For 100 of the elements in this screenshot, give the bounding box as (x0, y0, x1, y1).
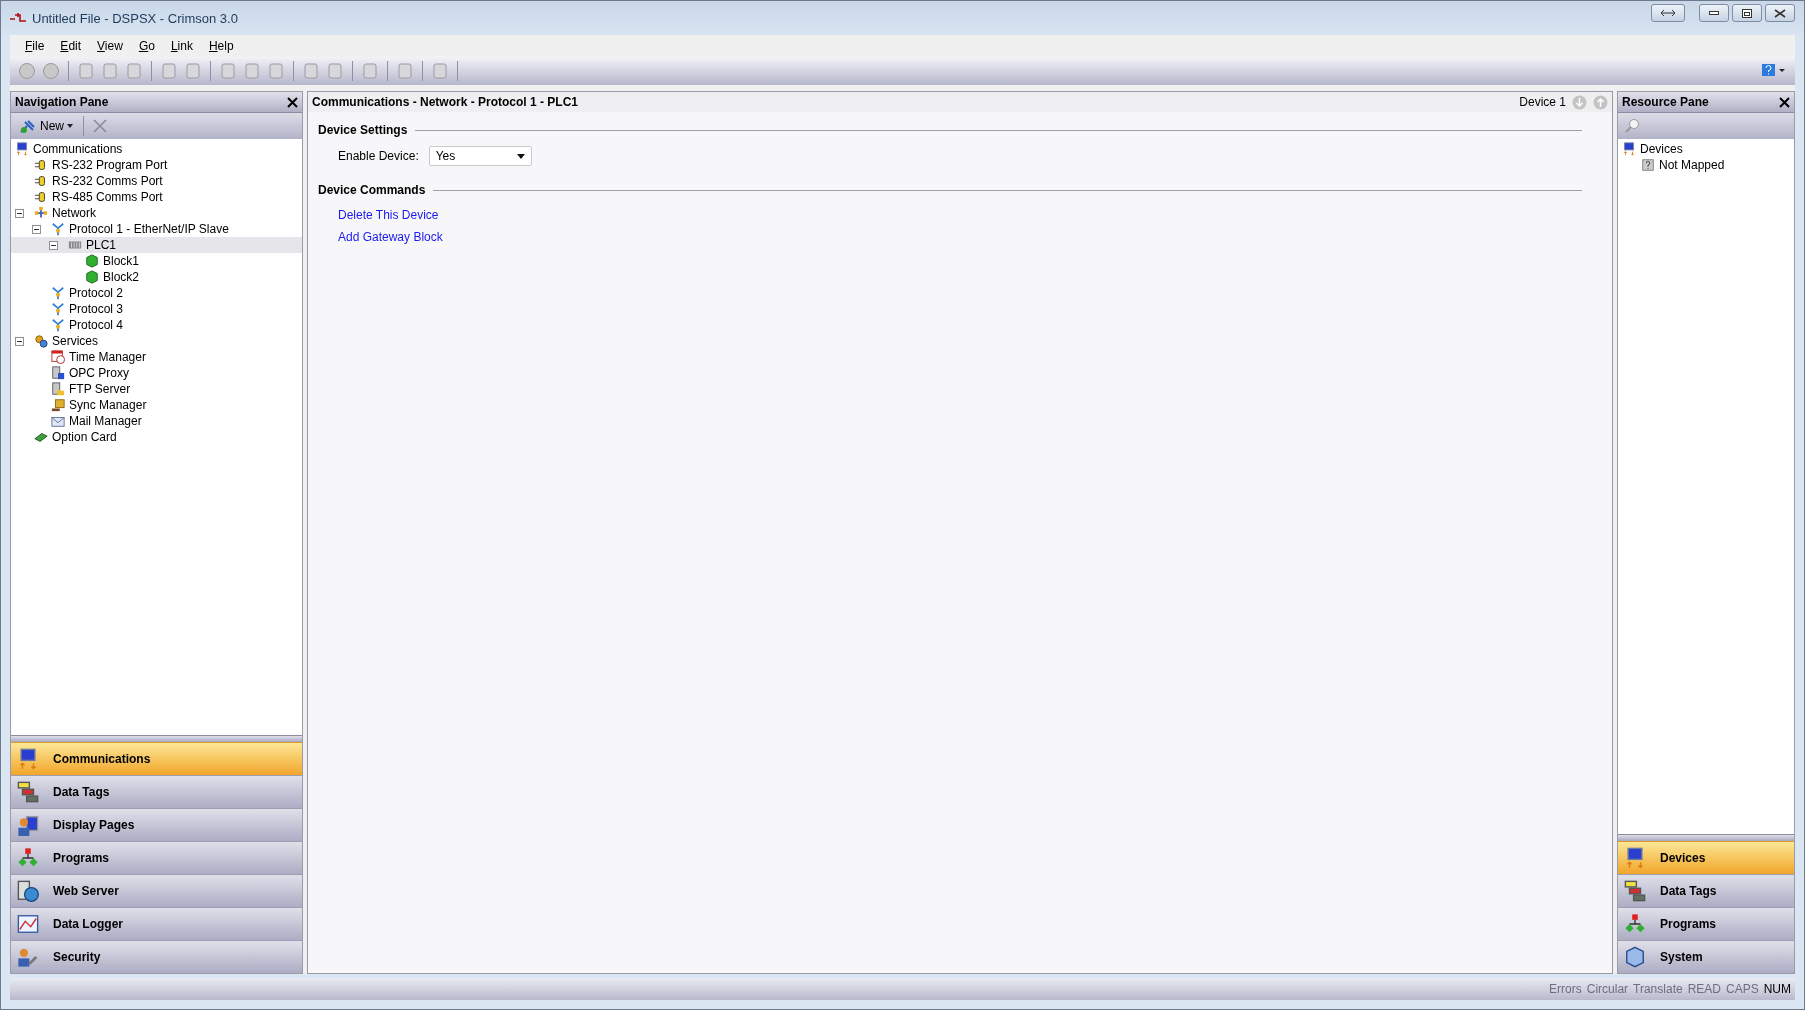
pane-section-button[interactable]: Data Tags (11, 775, 302, 808)
flowchart-icon (17, 847, 39, 869)
delete-icon[interactable] (92, 118, 108, 134)
double-arrow-icon (1660, 9, 1676, 17)
tags-icon (1624, 880, 1646, 902)
tags-icon (17, 781, 39, 803)
gears-icon (34, 334, 48, 348)
device-label: Device 1 (1519, 95, 1566, 109)
menu-item[interactable]: View (90, 37, 130, 55)
command-link[interactable]: Add Gateway Block (338, 230, 443, 244)
splitter-handle[interactable] (1618, 834, 1794, 841)
flowchart-icon (1624, 913, 1646, 935)
new-button[interactable]: New (17, 116, 75, 136)
server-icon (51, 366, 65, 380)
resize-button[interactable] (1651, 4, 1685, 22)
command-link[interactable]: Delete This Device (338, 208, 439, 222)
question-icon (1641, 158, 1655, 172)
pane-section-button[interactable]: System (1618, 940, 1794, 973)
status-indicator: CAPS (1726, 982, 1759, 996)
network-icon (34, 206, 48, 220)
pane-section-button[interactable]: Data Logger (11, 907, 302, 940)
tree-item[interactable]: RS-485 Comms Port (11, 189, 302, 205)
tree-item[interactable]: Communications (11, 141, 302, 157)
dropdown-field[interactable]: Yes (428, 146, 532, 166)
tree-item[interactable]: Services (11, 333, 302, 349)
up-arrow-icon[interactable] (1593, 94, 1608, 110)
tree-item[interactable]: Mail Manager (11, 413, 302, 429)
menu-item[interactable]: Link (163, 37, 200, 55)
group-title: Device Commands (318, 183, 426, 197)
menu-item[interactable]: File (18, 37, 52, 55)
pane-section-button[interactable]: Security (11, 940, 302, 973)
circuit-card-icon (34, 430, 48, 444)
caret-icon (67, 124, 73, 128)
pane-section-button[interactable]: Communications (11, 742, 302, 775)
tree-item[interactable]: Not Mapped (1618, 157, 1794, 173)
collapse-icon[interactable] (15, 336, 24, 346)
field-label: Enable Device: (338, 149, 419, 163)
tree-item[interactable]: Block1 (11, 253, 302, 269)
tree-item[interactable]: Block2 (11, 269, 302, 285)
down-arrow-icon[interactable] (1572, 94, 1587, 110)
status-indicator: NUM (1763, 982, 1791, 996)
person-screen-icon (17, 814, 39, 836)
tree-item[interactable]: FTP Server (11, 381, 302, 397)
fork-icon (51, 302, 65, 316)
caret-icon (516, 153, 525, 159)
pane-section-button[interactable]: Display Pages (11, 808, 302, 841)
plug-icon (19, 118, 37, 134)
collapse-icon[interactable] (49, 240, 58, 250)
tree-item[interactable]: Protocol 1 - EtherNet/IP Slave (11, 221, 302, 237)
tree-item[interactable]: Option Card (11, 429, 302, 445)
help-icon[interactable] (1761, 63, 1787, 79)
globe-server-icon (17, 880, 39, 902)
close-icon (1774, 8, 1786, 18)
maximize-button[interactable] (1732, 4, 1762, 22)
computer-arrows-icon (1622, 142, 1636, 156)
close-button[interactable] (1765, 4, 1795, 22)
tree-item[interactable]: PLC1 (11, 237, 302, 253)
tree-item[interactable]: RS-232 Program Port (11, 157, 302, 173)
collapse-icon[interactable] (15, 208, 24, 218)
tree-item[interactable]: Protocol 4 (11, 317, 302, 333)
minimize-button[interactable] (1699, 4, 1729, 22)
fork-icon (51, 286, 65, 300)
collapse-icon[interactable] (32, 224, 41, 234)
pane-title: Navigation Pane (15, 95, 109, 109)
menu-item[interactable]: Help (201, 37, 241, 55)
tree-item[interactable]: Protocol 2 (11, 285, 302, 301)
status-indicator: Circular (1586, 982, 1629, 996)
menu-item[interactable]: Go (131, 37, 162, 55)
status-indicator: Errors (1549, 982, 1582, 996)
pane-section-button[interactable]: Programs (1618, 907, 1794, 940)
folder-server-icon (51, 382, 65, 396)
close-icon[interactable] (287, 96, 298, 108)
tree-item[interactable]: OPC Proxy (11, 365, 302, 381)
line-graph-icon (17, 913, 39, 935)
pane-section-button[interactable]: Data Tags (1618, 874, 1794, 907)
search-icon[interactable] (1624, 118, 1640, 134)
pane-section-button[interactable]: Web Server (11, 874, 302, 907)
close-icon[interactable] (1779, 96, 1790, 108)
envelope-icon (51, 414, 65, 428)
splitter-handle[interactable] (11, 735, 302, 742)
cube-icon (85, 270, 99, 284)
pane-section-button[interactable]: Devices (1618, 841, 1794, 874)
tree-item[interactable]: Protocol 3 (11, 301, 302, 317)
pane-section-button[interactable]: Programs (11, 841, 302, 874)
group-title: Device Settings (318, 123, 408, 137)
computer-arrows-icon (15, 142, 29, 156)
plug-icon (34, 174, 48, 188)
tree-item[interactable]: Devices (1618, 141, 1794, 157)
fork-icon (51, 222, 65, 236)
app-logo-icon (10, 12, 26, 24)
status-indicator: Translate (1633, 982, 1683, 996)
menu-item[interactable]: Edit (53, 37, 89, 55)
tree-item[interactable]: Network (11, 205, 302, 221)
tree-item[interactable]: Time Manager (11, 349, 302, 365)
computer-arrows-icon (1624, 847, 1646, 869)
maximize-icon (1742, 8, 1752, 18)
tree-item[interactable]: Sync Manager (11, 397, 302, 413)
breadcrumb-title: Communications - Network - Protocol 1 - PLC1 (312, 95, 580, 109)
fork-icon (51, 318, 65, 332)
tree-item[interactable]: RS-232 Comms Port (11, 173, 302, 189)
